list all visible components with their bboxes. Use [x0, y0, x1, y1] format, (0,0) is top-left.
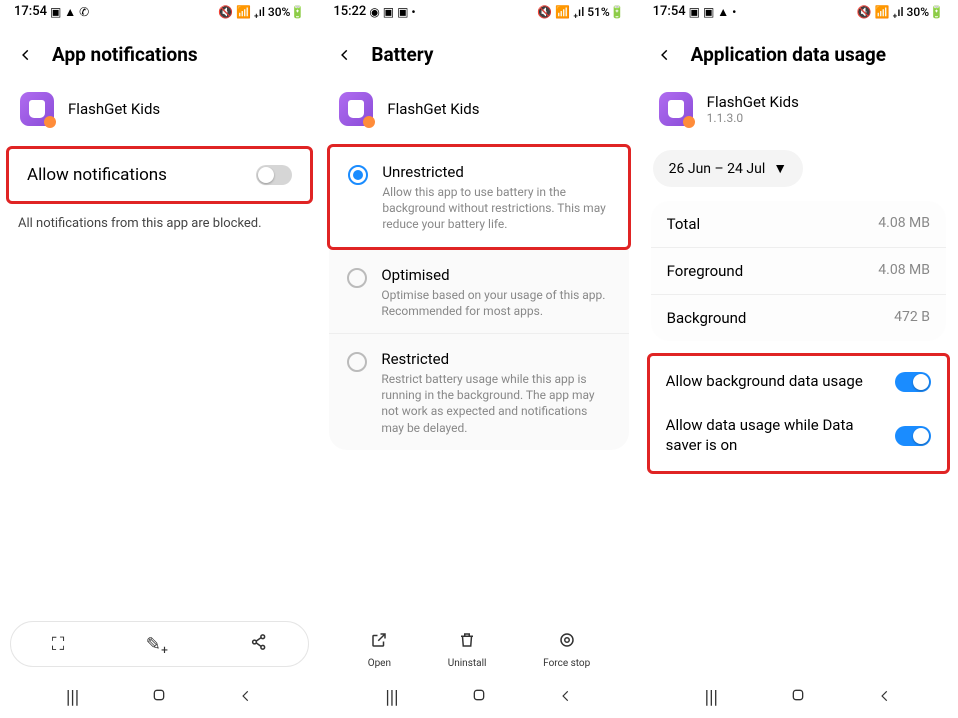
app-icon — [20, 92, 54, 126]
allow-notifications-row[interactable]: Allow notifications — [9, 149, 310, 201]
screen-battery: 15:22 ◉ ▣ ▣ • 🔇 📶 ₊ıl 51%🔋 Battery Flash… — [319, 0, 638, 718]
system-nav: ||| — [319, 673, 638, 718]
system-nav: ||| — [639, 673, 958, 718]
row-foreground: Foreground 4.08 MB — [651, 248, 946, 295]
toggle-bg-data[interactable]: Allow background data usage — [656, 360, 941, 404]
open-label: Open — [368, 658, 391, 669]
app-name: FlashGet Kids — [387, 100, 479, 118]
toggle-datasaver-switch[interactable] — [895, 426, 931, 446]
nav-home-icon[interactable] — [471, 687, 487, 708]
edit-icon[interactable]: ✎₊ — [146, 634, 168, 655]
option-restricted[interactable]: Restricted Restrict battery usage while … — [329, 334, 628, 450]
nav-recents-icon[interactable]: ||| — [705, 687, 718, 708]
back-button[interactable] — [16, 45, 36, 65]
option-title: Optimised — [381, 266, 610, 284]
nav-back-icon[interactable] — [239, 687, 253, 708]
status-left-icons: ▣ ▲ ✆ — [50, 5, 89, 19]
toggle-datasaver-label: Allow data usage while Data saver is on — [666, 416, 883, 455]
notifications-info: All notifications from this app are bloc… — [0, 204, 319, 243]
status-time: 15:22 — [333, 4, 366, 19]
app-icon — [659, 92, 693, 126]
row-value: 4.08 MB — [878, 262, 930, 280]
back-button[interactable] — [335, 45, 355, 65]
open-button[interactable]: Open — [368, 631, 391, 669]
radio-unrestricted[interactable] — [348, 165, 368, 185]
radio-restricted[interactable] — [347, 352, 367, 372]
toggle-bg-data-switch[interactable] — [895, 372, 931, 392]
date-range-label: 26 Jun – 24 Jul — [669, 161, 766, 177]
stop-icon — [558, 631, 576, 654]
page-title: App notifications — [52, 43, 198, 66]
option-title: Unrestricted — [382, 163, 609, 181]
forcestop-button[interactable]: Force stop — [543, 631, 590, 669]
uninstall-label: Uninstall — [448, 658, 487, 669]
nav-back-icon[interactable] — [559, 687, 573, 708]
chevron-down-icon: ▼ — [773, 160, 787, 177]
page-title: Battery — [371, 43, 433, 66]
battery-options-card: Optimised Optimise based on your usage o… — [329, 250, 628, 450]
open-icon — [370, 631, 388, 654]
screen-data-usage: 17:54 ▣ ▣ ▲ • 🔇 📶 ₊ıl 30%🔋 Application d… — [639, 0, 958, 718]
highlight-unrestricted: Unrestricted Allow this app to use batte… — [327, 144, 630, 250]
status-bar: 15:22 ◉ ▣ ▣ • 🔇 📶 ₊ıl 51%🔋 — [319, 0, 638, 21]
status-time: 17:54 — [653, 4, 686, 19]
app-row: FlashGet Kids — [319, 84, 638, 134]
row-value: 4.08 MB — [878, 215, 930, 233]
status-right-icons: 🔇 📶 ₊ıl 30%🔋 — [857, 5, 944, 19]
app-icon — [339, 92, 373, 126]
header: Application data usage — [639, 21, 958, 84]
status-bar: 17:54 ▣ ▣ ▲ • 🔇 📶 ₊ıl 30%🔋 — [639, 0, 958, 21]
status-time: 17:54 — [14, 4, 47, 19]
header: App notifications — [0, 21, 319, 84]
nav-back-icon[interactable] — [878, 687, 892, 708]
app-name: FlashGet Kids — [707, 93, 799, 111]
header: Battery — [319, 21, 638, 84]
status-bar: 17:54 ▣ ▲ ✆ 🔇 📶 ₊ıl 30%🔋 — [0, 0, 319, 21]
option-desc: Allow this app to use battery in the bac… — [382, 184, 609, 233]
app-row: FlashGet Kids 1.1.3.0 — [639, 84, 958, 134]
allow-notifications-label: Allow notifications — [27, 165, 167, 185]
date-range-chip[interactable]: 26 Jun – 24 Jul ▼ — [653, 150, 803, 187]
highlight-data-toggles: Allow background data usage Allow data u… — [647, 353, 950, 474]
crop-icon[interactable]: ⛶ — [52, 634, 65, 655]
app-row: FlashGet Kids — [0, 84, 319, 134]
status-right-icons: 🔇 📶 ₊ıl 30%🔋 — [218, 5, 305, 19]
row-label: Foreground — [667, 262, 744, 280]
usage-card: Total 4.08 MB Foreground 4.08 MB Backgro… — [651, 201, 946, 341]
share-icon[interactable] — [250, 633, 268, 656]
system-nav: ||| — [0, 673, 319, 718]
option-optimised[interactable]: Optimised Optimise based on your usage o… — [329, 250, 628, 334]
status-right-icons: 🔇 📶 ₊ıl 51%🔋 — [537, 5, 624, 19]
nav-home-icon[interactable] — [151, 687, 167, 708]
screen-app-notifications: 17:54 ▣ ▲ ✆ 🔇 📶 ₊ıl 30%🔋 App notificatio… — [0, 0, 319, 718]
share-bar: ⛶ ✎₊ — [10, 621, 309, 667]
trash-icon — [458, 631, 476, 654]
page-title: Application data usage — [691, 43, 886, 66]
nav-recents-icon[interactable]: ||| — [66, 687, 79, 708]
option-desc: Optimise based on your usage of this app… — [381, 287, 610, 319]
allow-notifications-toggle[interactable] — [256, 165, 292, 185]
uninstall-button[interactable]: Uninstall — [448, 631, 487, 669]
app-actions: Open Uninstall Force stop — [319, 623, 638, 673]
option-desc: Restrict battery usage while this app is… — [381, 371, 610, 436]
row-total: Total 4.08 MB — [651, 201, 946, 248]
toggle-datasaver[interactable]: Allow data usage while Data saver is on — [656, 404, 941, 467]
option-unrestricted[interactable]: Unrestricted Allow this app to use batte… — [330, 147, 627, 247]
row-label: Total — [667, 215, 701, 233]
status-left-icons: ▣ ▣ ▲ • — [689, 5, 737, 19]
nav-recents-icon[interactable]: ||| — [385, 687, 398, 708]
app-version: 1.1.3.0 — [707, 111, 799, 125]
radio-optimised[interactable] — [347, 268, 367, 288]
back-button[interactable] — [655, 45, 675, 65]
option-title: Restricted — [381, 350, 610, 368]
status-left-icons: ◉ ▣ ▣ • — [369, 5, 415, 19]
forcestop-label: Force stop — [543, 658, 590, 669]
row-label: Background — [667, 309, 747, 327]
row-background: Background 472 B — [651, 295, 946, 341]
toggle-bg-data-label: Allow background data usage — [666, 372, 883, 392]
highlight-allow-notifications: Allow notifications — [6, 146, 313, 204]
nav-home-icon[interactable] — [790, 687, 806, 708]
app-name: FlashGet Kids — [68, 100, 160, 118]
row-value: 472 B — [894, 309, 930, 327]
